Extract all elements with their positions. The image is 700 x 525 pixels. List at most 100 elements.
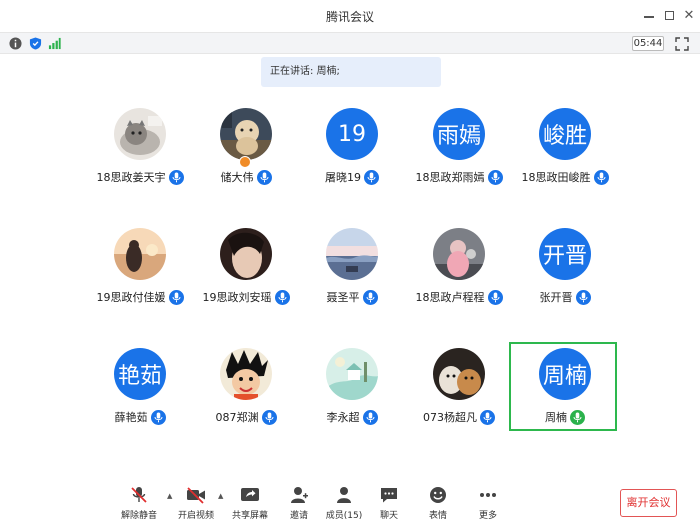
participant-avatar bbox=[220, 228, 272, 280]
participant-tile[interactable]: 峻胜 18思政田峻胜 bbox=[510, 108, 620, 188]
title-bar: 腾讯会议 ✕ bbox=[0, 0, 700, 32]
participant-tile[interactable]: 开晋 张开晋 bbox=[510, 228, 620, 308]
participant-name-row: 18思政郑雨嫣 bbox=[404, 169, 514, 185]
share-screen-button[interactable]: 共享屏幕 bbox=[226, 486, 274, 522]
participant-tile[interactable]: 19 屠晓19 bbox=[297, 108, 407, 188]
participant-name: 18思政姜天宇 bbox=[96, 171, 166, 184]
participant-name: 087郑渊 bbox=[215, 411, 259, 424]
members-button[interactable]: 成员(15) bbox=[320, 486, 368, 522]
members-icon bbox=[337, 487, 351, 503]
minimize-button[interactable] bbox=[640, 6, 658, 24]
active-speaker-highlight bbox=[509, 342, 617, 431]
host-badge-icon bbox=[239, 156, 251, 168]
mic-icon bbox=[256, 169, 272, 185]
emoji-button[interactable]: 表情 bbox=[414, 486, 462, 522]
participant-name: 储大伟 bbox=[220, 171, 254, 184]
mic-icon bbox=[593, 169, 609, 185]
participant-name: 18思政卢程程 bbox=[415, 291, 485, 304]
participant-avatar bbox=[114, 228, 166, 280]
emoji-label: 表情 bbox=[428, 511, 447, 521]
participant-tile[interactable]: 李永超 bbox=[297, 348, 407, 428]
participant-name-row: 张开晋 bbox=[510, 289, 620, 305]
participant-avatar: 开晋 bbox=[539, 228, 591, 280]
mic-icon bbox=[362, 409, 378, 425]
chat-icon bbox=[381, 488, 397, 503]
participant-tile[interactable]: 073杨超凡 bbox=[404, 348, 514, 428]
mic-icon bbox=[575, 289, 591, 305]
unmute-button[interactable]: 解除静音 bbox=[115, 486, 163, 522]
participant-name: 19思政付佳媛 bbox=[96, 291, 166, 304]
members-label: 成员(15) bbox=[325, 511, 363, 521]
meeting-info-bar: 05:44 bbox=[0, 32, 700, 54]
mic-icon bbox=[150, 409, 166, 425]
participant-avatar bbox=[114, 108, 166, 160]
participant-tile[interactable]: 087郑渊 bbox=[191, 348, 301, 428]
participant-name-row: 李永超 bbox=[297, 409, 407, 425]
participant-avatar: 艳茹 bbox=[114, 348, 166, 400]
participant-avatar bbox=[326, 228, 378, 280]
chat-button[interactable]: 聊天 bbox=[365, 486, 413, 522]
window-title: 腾讯会议 bbox=[325, 10, 374, 24]
participant-name-row: 073杨超凡 bbox=[404, 409, 514, 425]
participant-tile[interactable]: 聂圣平 bbox=[297, 228, 407, 308]
participant-tile[interactable]: 19思政付佳媛 bbox=[85, 228, 195, 308]
participant-name: 19思政刘安瑶 bbox=[202, 291, 272, 304]
video-options-caret[interactable]: ▲ bbox=[218, 492, 226, 500]
participant-tile[interactable]: 18思政卢程程 bbox=[404, 228, 514, 308]
participant-avatar bbox=[433, 348, 485, 400]
participant-tile[interactable]: 19思政刘安瑶 bbox=[191, 228, 301, 308]
close-icon: ✕ bbox=[683, 7, 695, 23]
participant-avatar bbox=[433, 228, 485, 280]
speaking-indicator: 正在讲话: 周楠; bbox=[261, 57, 441, 87]
muted-mic-icon bbox=[131, 487, 147, 503]
more-label: 更多 bbox=[478, 511, 497, 521]
invite-icon bbox=[291, 487, 308, 503]
close-button[interactable]: ✕ bbox=[680, 6, 698, 24]
share-screen-label: 共享屏幕 bbox=[231, 511, 268, 521]
signal-icon[interactable] bbox=[48, 37, 61, 50]
participant-name-row: 薛艳茹 bbox=[85, 409, 195, 425]
participant-tile[interactable]: 雨嫣 18思政郑雨嫣 bbox=[404, 108, 514, 188]
minimize-icon bbox=[644, 16, 654, 18]
participant-name: 薛艳茹 bbox=[114, 411, 148, 424]
video-off-icon bbox=[187, 487, 205, 504]
bottom-toolbar: 解除静音 ▲ 开启视频 ▲ 共享屏幕 邀请 成员(15) 聊天 表情 更多 bbox=[0, 480, 700, 525]
participant-name-row: 屠晓19 bbox=[297, 169, 407, 185]
mic-icon bbox=[487, 169, 503, 185]
start-video-button[interactable]: 开启视频 bbox=[172, 486, 220, 522]
info-icon[interactable] bbox=[9, 37, 22, 50]
mic-icon bbox=[168, 169, 184, 185]
mic-icon bbox=[487, 289, 503, 305]
participant-name: 张开晋 bbox=[539, 291, 573, 304]
participant-avatar: 峻胜 bbox=[539, 108, 591, 160]
share-screen-icon bbox=[241, 488, 259, 501]
shield-icon[interactable] bbox=[29, 37, 42, 50]
participant-name-row: 19思政刘安瑶 bbox=[191, 289, 301, 305]
mic-icon bbox=[274, 289, 290, 305]
more-icon bbox=[480, 493, 496, 497]
start-video-label: 开启视频 bbox=[177, 511, 214, 521]
more-button[interactable]: 更多 bbox=[464, 486, 512, 522]
fullscreen-icon[interactable] bbox=[675, 37, 689, 51]
participant-name-row: 18思政姜天宇 bbox=[85, 169, 195, 185]
participant-avatar bbox=[326, 348, 378, 400]
participant-avatar bbox=[220, 108, 272, 160]
participant-name: 李永超 bbox=[326, 411, 360, 424]
participant-tile[interactable]: 储大伟 bbox=[191, 108, 301, 188]
participant-name: 聂圣平 bbox=[326, 291, 360, 304]
participant-tile[interactable]: 18思政姜天宇 bbox=[85, 108, 195, 188]
participant-avatar bbox=[220, 348, 272, 400]
participant-name-row: 储大伟 bbox=[191, 169, 301, 185]
participant-tile[interactable]: 艳茹 薛艳茹 bbox=[85, 348, 195, 428]
unmute-label: 解除静音 bbox=[120, 511, 157, 521]
maximize-button[interactable] bbox=[660, 6, 678, 24]
mic-icon bbox=[261, 409, 277, 425]
participant-avatar: 雨嫣 bbox=[433, 108, 485, 160]
participant-name-row: 聂圣平 bbox=[297, 289, 407, 305]
participant-name-row: 18思政田峻胜 bbox=[510, 169, 620, 185]
leave-meeting-button[interactable]: 离开会议 bbox=[620, 489, 677, 517]
participant-name: 18思政郑雨嫣 bbox=[415, 171, 485, 184]
invite-button[interactable]: 邀请 bbox=[275, 486, 323, 522]
mic-icon bbox=[168, 289, 184, 305]
participant-name: 073杨超凡 bbox=[423, 411, 477, 424]
